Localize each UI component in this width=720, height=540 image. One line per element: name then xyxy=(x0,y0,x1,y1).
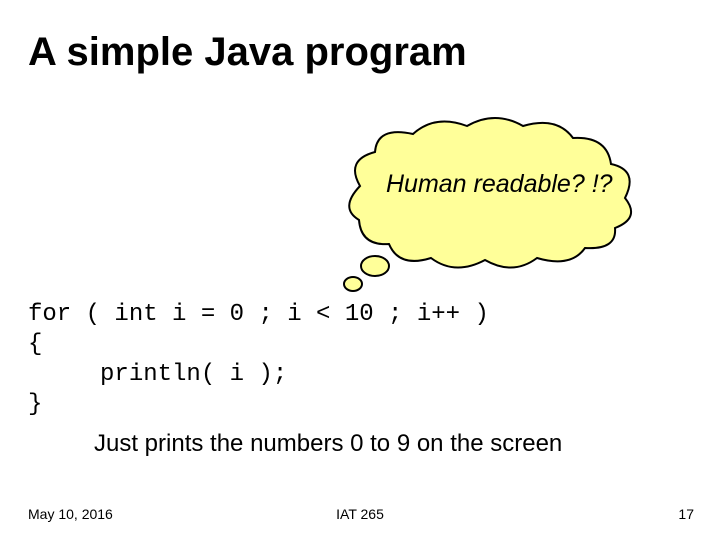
code-line-2: { xyxy=(28,331,42,358)
cloud-icon xyxy=(305,108,645,298)
code-block: for ( int i = 0 ; i < 10 ; i++ ) { print… xyxy=(28,300,489,420)
code-line-4: } xyxy=(28,391,42,418)
footer-page-number: 17 xyxy=(678,506,694,522)
slide-title: A simple Java program xyxy=(28,30,467,75)
footer-course: IAT 265 xyxy=(0,506,720,522)
slide: A simple Java program Human readable? !?… xyxy=(0,0,720,540)
bubble-text: Human readable? !? xyxy=(386,170,613,199)
code-line-3: println( i ); xyxy=(28,361,287,388)
code-line-1: for ( int i = 0 ; i < 10 ; i++ ) xyxy=(28,301,489,328)
thought-bubble xyxy=(305,108,645,298)
caption-text: Just prints the numbers 0 to 9 on the sc… xyxy=(94,430,562,458)
